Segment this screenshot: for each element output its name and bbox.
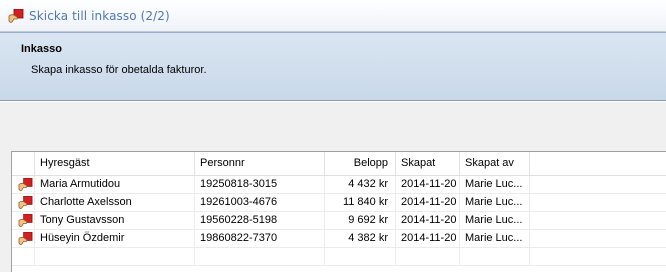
table-row[interactable]: Hüseyin Özdemir 19860822-7370 4 382 kr 2… [12,230,666,248]
amount: 4 382 kr [325,230,396,247]
empty-row [12,248,666,266]
personnr: 19860822-7370 [195,230,325,247]
table-row[interactable]: Maria Armutidou 19250818-3015 4 432 kr 2… [12,176,666,194]
table-row[interactable]: Tony Gustavsson 19560228-5198 9 692 kr 2… [12,212,666,230]
column-header-created-by[interactable]: Skapat av [460,152,530,175]
created-by: Marie Luc... [460,194,530,211]
header-separator-highlight [0,101,666,102]
tenant-name: Charlotte Axelsson [35,194,195,211]
invoice-icon [18,196,33,209]
created-date: 2014-11-20 [396,194,460,211]
invoice-grid[interactable]: Hyresgäst Personnr Belopp Skapat Skapat … [11,151,666,272]
invoice-icon [18,214,33,227]
created-by: Marie Luc... [460,176,530,193]
amount: 9 692 kr [325,212,396,229]
wizard-header: Inkasso Skapa inkasso för obetalda faktu… [0,32,666,100]
column-header-tenant[interactable]: Hyresgäst [35,152,195,175]
created-date: 2014-11-20 [396,176,460,193]
personnr: 19560228-5198 [195,212,325,229]
column-header-personnr[interactable]: Personnr [195,152,325,175]
window-titlebar: Skicka till inkasso (2/2) [0,0,666,32]
tenant-name: Maria Armutidou [35,176,195,193]
personnr: 19261003-4676 [195,194,325,211]
column-header-created[interactable]: Skapat [396,152,460,175]
invoice-icon [8,9,24,23]
column-header-icon [12,152,35,175]
created-date: 2014-11-20 [396,230,460,247]
invoice-icon [18,178,33,191]
created-date: 2014-11-20 [396,212,460,229]
tenant-name: Hüseyin Özdemir [35,230,195,247]
amount: 11 840 kr [325,194,396,211]
header-title: Inkasso [21,43,62,55]
grid-header-row: Hyresgäst Personnr Belopp Skapat Skapat … [12,152,666,176]
column-header-amount[interactable]: Belopp [325,152,396,175]
invoice-icon [18,232,33,245]
tenant-name: Tony Gustavsson [35,212,195,229]
created-by: Marie Luc... [460,230,530,247]
window-title: Skicka till inkasso (2/2) [29,9,170,23]
personnr: 19250818-3015 [195,176,325,193]
table-row[interactable]: Charlotte Axelsson 19261003-4676 11 840 … [12,194,666,212]
created-by: Marie Luc... [460,212,530,229]
amount: 4 432 kr [325,176,396,193]
header-description: Skapa inkasso för obetalda fakturor. [31,64,207,76]
